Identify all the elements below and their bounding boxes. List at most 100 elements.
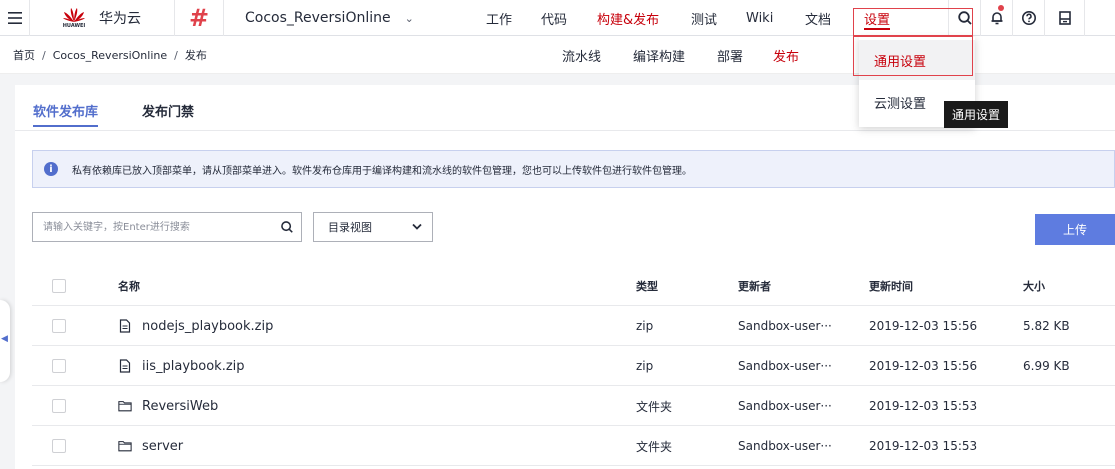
nav-settings[interactable]: 设置 xyxy=(864,0,891,36)
project-switcher[interactable]: Cocos_ReversiOnline ⌄ xyxy=(245,0,414,36)
name-cell: ReversiWeb xyxy=(118,386,218,426)
subnav-release[interactable]: 发布 xyxy=(773,36,799,74)
panel-layout-icon xyxy=(1058,11,1071,25)
view-mode-select[interactable]: 目录视图 xyxy=(313,212,433,242)
chevron-down-icon xyxy=(412,223,422,230)
tab-software-release-repo[interactable]: 软件发布库 xyxy=(33,101,99,127)
row-checkbox[interactable] xyxy=(52,439,66,453)
breadcrumb: 首页 / Cocos_ReversiOnline / 发布 xyxy=(13,36,207,74)
header-updater[interactable]: 更新者 xyxy=(738,266,771,306)
time-cell: 2019-12-03 15:53 xyxy=(869,439,978,453)
header-size[interactable]: 大小 xyxy=(1023,266,1045,306)
subnav-compile-build[interactable]: 编译构建 xyxy=(633,36,685,74)
release-card: 软件发布库 发布门禁 i 私有依赖库已放入顶部菜单，请从顶部菜单进入。软件发布仓… xyxy=(15,85,1115,469)
subnav-deploy[interactable]: 部署 xyxy=(717,36,743,74)
breadcrumb-project[interactable]: Cocos_ReversiOnline xyxy=(53,49,167,62)
search-box xyxy=(32,212,302,242)
time-cell: 2019-12-03 15:53 xyxy=(869,399,978,413)
row-checkbox[interactable] xyxy=(52,359,66,373)
time-cell: 2019-12-03 15:56 xyxy=(869,359,978,373)
menu-button[interactable] xyxy=(0,0,30,36)
select-all-cell xyxy=(52,266,66,306)
breadcrumb-home[interactable]: 首页 xyxy=(13,47,35,63)
notifications-button[interactable] xyxy=(980,0,1012,36)
row-checkbox[interactable] xyxy=(52,319,66,333)
type-cell: zip xyxy=(636,359,654,373)
row-checkbox-cell xyxy=(52,346,66,386)
brand-logo[interactable]: HUAWEI 华为云 xyxy=(58,0,141,36)
menu-item-general-settings[interactable]: 通用设置 xyxy=(859,40,975,80)
collapse-arrow-icon: ◀ xyxy=(1,334,8,344)
subnav-pipeline[interactable]: 流水线 xyxy=(562,36,601,74)
name-cell: iis_playbook.zip xyxy=(118,346,245,386)
brand-name: 华为云 xyxy=(99,11,141,27)
project-hash-icon[interactable]: # xyxy=(174,0,224,36)
updater-cell: Sandbox-user··· xyxy=(738,359,832,373)
select-all-checkbox[interactable] xyxy=(52,279,66,293)
time-cell: 2019-12-03 15:56 xyxy=(869,319,978,333)
file-icon xyxy=(119,319,131,333)
search-submit-button[interactable] xyxy=(273,213,301,241)
type-cell: zip xyxy=(636,319,654,333)
project-name: Cocos_ReversiOnline xyxy=(245,10,391,26)
folder-name-link[interactable]: server xyxy=(142,439,183,454)
folder-icon xyxy=(118,401,132,412)
nav-build-release[interactable]: 构建&发布 xyxy=(597,0,659,36)
huawei-logo: HUAWEI xyxy=(58,2,90,34)
top-navigation-bar: HUAWEI 华为云 # Cocos_ReversiOnline ⌄ 工作 代码… xyxy=(0,0,1115,36)
nav-wiki[interactable]: Wiki xyxy=(746,0,773,36)
breadcrumb-current: 发布 xyxy=(184,49,207,62)
breadcrumb-separator: / xyxy=(174,48,178,62)
size-cell: 6.99 KB xyxy=(1023,359,1070,373)
chevron-down-icon: ⌄ xyxy=(404,11,414,25)
search-input[interactable] xyxy=(33,214,273,240)
table-row[interactable]: server 文件夹 Sandbox-user··· 2019-12-03 15… xyxy=(32,426,1115,466)
tab-release-gate[interactable]: 发布门禁 xyxy=(142,101,194,120)
layout-button[interactable] xyxy=(1044,0,1084,36)
file-icon xyxy=(119,359,131,373)
info-notice: i 私有依赖库已放入顶部菜单，请从顶部菜单进入。软件发布仓库用于编译构建和流水线… xyxy=(32,150,1115,188)
nav-work[interactable]: 工作 xyxy=(486,0,512,36)
view-mode-value: 目录视图 xyxy=(328,221,372,234)
table-row[interactable]: ReversiWeb 文件夹 Sandbox-user··· 2019-12-0… xyxy=(32,386,1115,426)
row-checkbox[interactable] xyxy=(52,399,66,413)
updater-cell: Sandbox-user··· xyxy=(738,439,832,453)
nav-test[interactable]: 测试 xyxy=(691,0,717,36)
search-icon xyxy=(957,11,972,25)
notification-dot xyxy=(998,5,1004,11)
info-icon: i xyxy=(44,162,58,176)
help-icon xyxy=(1021,11,1036,25)
type-cell: 文件夹 xyxy=(636,439,673,454)
type-cell: 文件夹 xyxy=(636,399,673,414)
nav-code[interactable]: 代码 xyxy=(541,0,567,36)
updater-cell: Sandbox-user··· xyxy=(738,399,832,413)
package-table: 名称 类型 更新者 更新时间 大小 nodejs_playbook.zip zi… xyxy=(32,266,1115,466)
bell-icon xyxy=(991,12,1002,25)
table-row[interactable]: nodejs_playbook.zip zip Sandbox-user··· … xyxy=(32,306,1115,346)
search-icon xyxy=(281,221,293,233)
table-header-row: 名称 类型 更新者 更新时间 大小 xyxy=(32,266,1115,306)
search-button[interactable] xyxy=(948,0,980,36)
header-name[interactable]: 名称 xyxy=(118,266,140,306)
folder-name-link[interactable]: ReversiWeb xyxy=(142,399,218,414)
brand-sub-label: HUAWEI xyxy=(62,23,86,29)
header-update-time[interactable]: 更新时间 xyxy=(869,266,913,306)
tooltip: 通用设置 xyxy=(944,101,1008,128)
row-checkbox-cell xyxy=(52,426,66,466)
huawei-flower-icon xyxy=(63,8,85,22)
breadcrumb-separator: / xyxy=(42,48,46,62)
file-name-link[interactable]: nodejs_playbook.zip xyxy=(142,319,273,334)
hamburger-menu-icon xyxy=(7,12,22,24)
name-cell: nodejs_playbook.zip xyxy=(118,306,273,346)
header-type[interactable]: 类型 xyxy=(636,266,658,306)
updater-cell: Sandbox-user··· xyxy=(738,319,832,333)
side-panel-handle[interactable]: ◀ xyxy=(0,300,10,382)
help-button[interactable] xyxy=(1012,0,1044,36)
row-checkbox-cell xyxy=(52,386,66,426)
table-row[interactable]: iis_playbook.zip zip Sandbox-user··· 201… xyxy=(32,346,1115,386)
nav-docs[interactable]: 文档 xyxy=(805,0,831,36)
upload-button[interactable]: 上传 xyxy=(1035,214,1115,245)
content-area: 软件发布库 发布门禁 i 私有依赖库已放入顶部菜单，请从顶部菜单进入。软件发布仓… xyxy=(0,74,1115,469)
more-button[interactable] xyxy=(1084,0,1115,36)
file-name-link[interactable]: iis_playbook.zip xyxy=(142,359,245,374)
